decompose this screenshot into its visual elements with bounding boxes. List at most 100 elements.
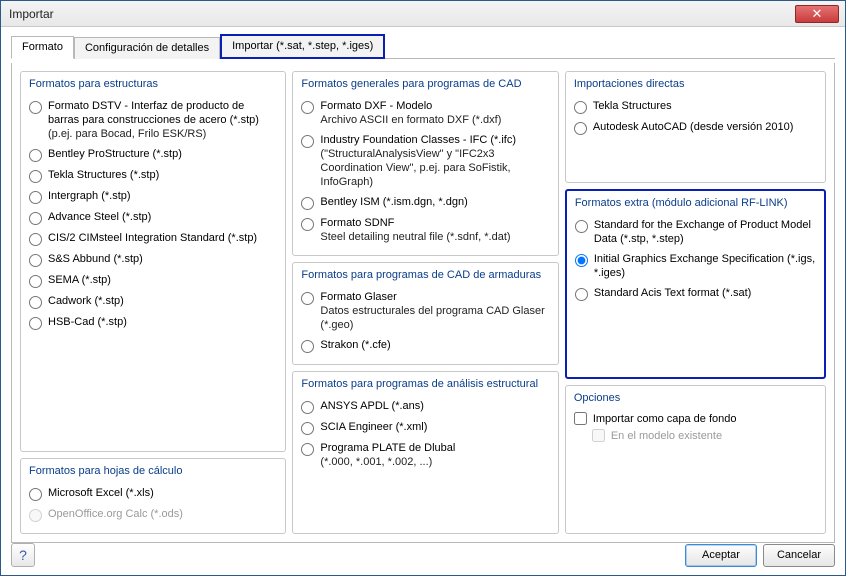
- radio-input[interactable]: [29, 149, 42, 162]
- group-analisis-estructural: Formatos para programas de análisis estr…: [292, 371, 558, 534]
- radio-input[interactable]: [29, 170, 42, 183]
- radio-bentley-ism[interactable]: Bentley ISM (*.ism.dgn, *.dgn): [301, 192, 549, 213]
- radio-sublabel: Archivo ASCII en formato DXF (*.dxf): [320, 113, 501, 127]
- radio-input[interactable]: [301, 135, 314, 148]
- radio-label: Microsoft Excel (*.xls): [48, 486, 154, 500]
- radio-sublabel: Steel detailing neutral file (*.sdnf, *.…: [320, 230, 510, 244]
- column-left: Formatos para estructuras Formato DSTV -…: [20, 71, 286, 534]
- radio-input[interactable]: [29, 296, 42, 309]
- group-title: Formatos para programas de análisis estr…: [301, 378, 549, 390]
- tab-label: Configuración de detalles: [85, 42, 209, 54]
- radio-label: Strakon (*.cfe): [320, 338, 390, 352]
- radio-sublabel: (p.ej. para Bocad, Frilo ESK/RS): [48, 127, 277, 141]
- radio-bentley-prostructure[interactable]: Bentley ProStructure (*.stp): [29, 144, 277, 165]
- radio-glaser[interactable]: Formato GlaserDatos estructurales del pr…: [301, 287, 549, 335]
- radio-label: Formato DXF - Modelo: [320, 100, 432, 112]
- radio-input[interactable]: [574, 101, 587, 114]
- radio-tekla-direct[interactable]: Tekla Structures: [574, 96, 817, 117]
- tab-importar-sat-step-iges[interactable]: Importar (*.sat, *.step, *.iges): [220, 34, 385, 59]
- radio-input[interactable]: [29, 275, 42, 288]
- radio-sdnf[interactable]: Formato SDNFSteel detailing neutral file…: [301, 213, 549, 247]
- group-title: Formatos extra (módulo adicional RF-LINK…: [575, 197, 816, 209]
- radio-advance-steel[interactable]: Advance Steel (*.stp): [29, 207, 277, 228]
- group-formatos-extra-rflink: Formatos extra (módulo adicional RF-LINK…: [565, 189, 826, 379]
- radio-ifc[interactable]: Industry Foundation Classes - IFC (*.ifc…: [301, 130, 549, 192]
- group-title: Importaciones directas: [574, 78, 817, 90]
- radio-cis2-cimsteel[interactable]: CIS/2 CIMsteel Integration Standard (*.s…: [29, 228, 277, 249]
- radio-input[interactable]: [301, 101, 314, 114]
- radio-autocad-direct[interactable]: Autodesk AutoCAD (desde versión 2010): [574, 117, 817, 138]
- radio-label: Intergraph (*.stp): [48, 189, 131, 203]
- radio-label: Advance Steel (*.stp): [48, 210, 151, 224]
- radio-tekla-structures-stp[interactable]: Tekla Structures (*.stp): [29, 165, 277, 186]
- checkbox-input[interactable]: [574, 412, 587, 425]
- tabstrip: Formato Configuración de detalles Import…: [11, 33, 835, 59]
- radio-input[interactable]: [29, 212, 42, 225]
- radio-input[interactable]: [301, 422, 314, 435]
- radio-input[interactable]: [29, 233, 42, 246]
- radio-input[interactable]: [29, 191, 42, 204]
- radio-label: Tekla Structures: [593, 99, 672, 113]
- radio-input[interactable]: [575, 220, 588, 233]
- tab-formato[interactable]: Formato: [11, 36, 74, 59]
- column-right: Importaciones directas Tekla Structures …: [565, 71, 826, 534]
- radio-ss-abbund[interactable]: S&S Abbund (*.stp): [29, 249, 277, 270]
- radio-input[interactable]: [301, 401, 314, 414]
- radio-label: ANSYS APDL (*.ans): [320, 399, 424, 413]
- group-title: Opciones: [574, 392, 817, 404]
- checkbox-label: En el modelo existente: [611, 430, 722, 442]
- check-importar-capa-fondo[interactable]: Importar como capa de fondo: [574, 410, 817, 427]
- radio-dxf[interactable]: Formato DXF - ModeloArchivo ASCII en for…: [301, 96, 549, 130]
- radio-label: SEMA (*.stp): [48, 273, 111, 287]
- radio-ansys[interactable]: ANSYS APDL (*.ans): [301, 396, 549, 417]
- radio-input[interactable]: [29, 101, 42, 114]
- radio-label: S&S Abbund (*.stp): [48, 252, 143, 266]
- tab-config-detalles[interactable]: Configuración de detalles: [74, 37, 220, 59]
- accept-button[interactable]: Aceptar: [685, 544, 757, 567]
- checkbox-label: Importar como capa de fondo: [593, 413, 737, 425]
- group-title: Formatos generales para programas de CAD: [301, 78, 549, 90]
- radio-input[interactable]: [301, 340, 314, 353]
- radio-sat[interactable]: Standard Acis Text format (*.sat): [575, 283, 816, 304]
- help-button[interactable]: ?: [11, 543, 35, 567]
- radio-label: Bentley ProStructure (*.stp): [48, 147, 182, 161]
- radio-label: Programa PLATE de Dlubal: [320, 442, 455, 454]
- radio-dstv[interactable]: Formato DSTV - Interfaz de producto de b…: [29, 96, 277, 144]
- radio-input[interactable]: [29, 317, 42, 330]
- radio-step[interactable]: Standard for the Exchange of Product Mod…: [575, 215, 816, 249]
- radio-input: [29, 509, 42, 522]
- tab-label: Formato: [22, 41, 63, 53]
- radio-strakon[interactable]: Strakon (*.cfe): [301, 335, 549, 356]
- radio-label: Standard Acis Text format (*.sat): [594, 286, 752, 300]
- radio-hsb-cad[interactable]: HSB-Cad (*.stp): [29, 312, 277, 333]
- cancel-button[interactable]: Cancelar: [763, 544, 835, 567]
- radio-plate-dlubal[interactable]: Programa PLATE de Dlubal(*.000, *.001, *…: [301, 438, 549, 472]
- radio-label: Industry Foundation Classes - IFC (*.ifc…: [320, 134, 516, 146]
- radio-sublabel: ("StructuralAnalysisView" y "IFC2x3 Coor…: [320, 147, 549, 189]
- radio-input[interactable]: [301, 197, 314, 210]
- radio-input[interactable]: [575, 288, 588, 301]
- radio-cadwork[interactable]: Cadwork (*.stp): [29, 291, 277, 312]
- help-icon: ?: [19, 547, 27, 563]
- radio-excel[interactable]: Microsoft Excel (*.xls): [29, 483, 277, 504]
- radio-label: Standard for the Exchange of Product Mod…: [594, 218, 816, 246]
- radio-label: Initial Graphics Exchange Specification …: [594, 252, 816, 280]
- radio-input[interactable]: [301, 218, 314, 231]
- radio-label: Formato Glaser: [320, 291, 396, 303]
- radio-label: Formato SDNF: [320, 217, 394, 229]
- close-button[interactable]: ✕: [795, 5, 839, 23]
- group-formatos-estructuras: Formatos para estructuras Formato DSTV -…: [20, 71, 286, 452]
- radio-input[interactable]: [574, 122, 587, 135]
- radio-iges[interactable]: Initial Graphics Exchange Specification …: [575, 249, 816, 283]
- radio-scia[interactable]: SCIA Engineer (*.xml): [301, 417, 549, 438]
- radio-sema[interactable]: SEMA (*.stp): [29, 270, 277, 291]
- radio-input[interactable]: [29, 254, 42, 267]
- group-title: Formatos para estructuras: [29, 78, 277, 90]
- radio-input[interactable]: [301, 292, 314, 305]
- radio-input[interactable]: [575, 254, 588, 267]
- radio-intergraph[interactable]: Intergraph (*.stp): [29, 186, 277, 207]
- window-title: Importar: [9, 7, 795, 21]
- radio-input[interactable]: [301, 443, 314, 456]
- radio-input[interactable]: [29, 488, 42, 501]
- group-title: Formatos para hojas de cálculo: [29, 465, 277, 477]
